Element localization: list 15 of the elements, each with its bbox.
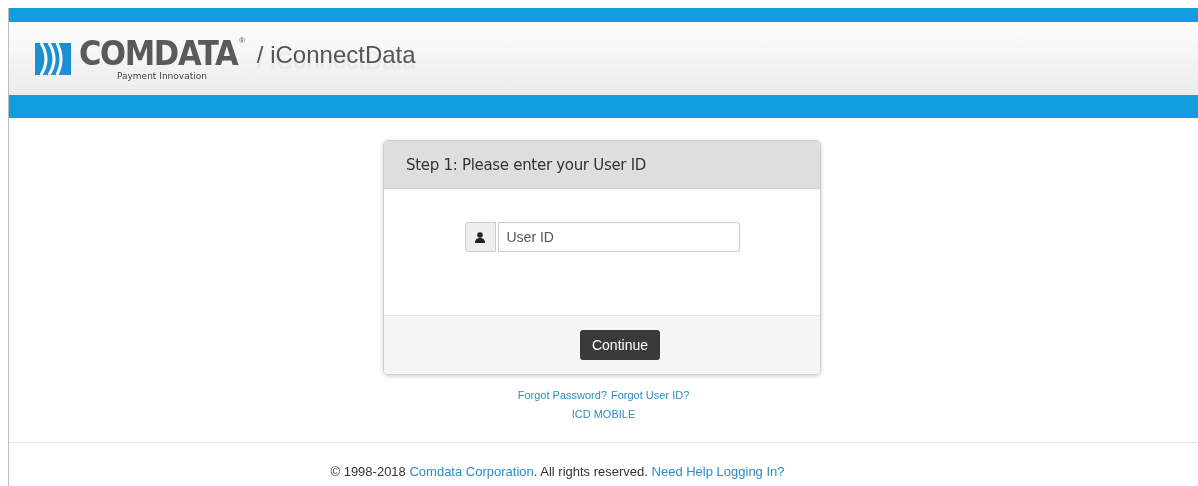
app-name: / iConnectData xyxy=(256,40,416,69)
registered-mark: ® xyxy=(238,36,245,45)
card-title: Step 1: Please enter your User ID xyxy=(406,155,647,174)
logo-icon xyxy=(35,42,71,75)
forgot-link[interactable]: Forgot Password? xyxy=(517,389,607,401)
tagline: Payment Innovation xyxy=(116,71,207,81)
user-id-field[interactable]: User ID xyxy=(497,222,740,252)
copyright-text: © 1998-2018 Comdata Corporation. All rights reserved. Need Help Logging In? xyxy=(330,464,786,479)
user-icon xyxy=(475,231,485,243)
company-link[interactable]: Comdata Corporation xyxy=(409,464,534,479)
forgot-link[interactable]: Forgot User ID? xyxy=(611,389,690,401)
help-link[interactable]: Need Help Logging In? xyxy=(651,464,785,479)
mobile-link[interactable]: ICD MOBILE xyxy=(571,408,636,420)
brand-name: COMDATA xyxy=(79,36,238,70)
continue-button[interactable]: Continue xyxy=(579,330,660,360)
